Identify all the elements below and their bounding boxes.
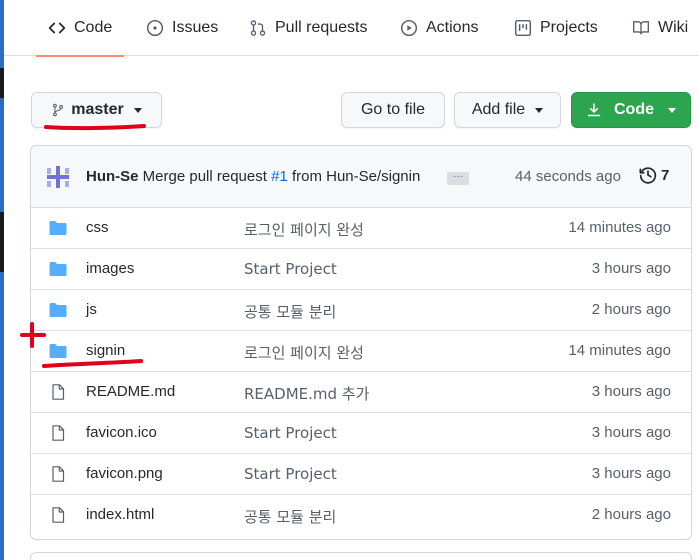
file-commit-message[interactable]: Start Project	[244, 424, 337, 442]
active-tab-indicator	[36, 55, 125, 57]
file-commit-message[interactable]: 로그인 페이지 완성	[244, 342, 364, 363]
file-commit-time: 2 hours ago	[591, 301, 671, 318]
book-icon	[633, 21, 649, 35]
tab-label: Code	[74, 19, 113, 36]
file-name-link[interactable]: css	[86, 219, 109, 236]
code-icon	[48, 22, 66, 34]
folder-icon	[49, 221, 67, 235]
code-button-label: Code	[614, 101, 654, 118]
tab-wiki[interactable]: Wiki	[632, 0, 688, 56]
file-list-box: Hun-Se Merge pull request #1 from Hun-Se…	[30, 145, 692, 540]
tab-projects[interactable]: Projects	[514, 0, 598, 56]
issue-circle-icon	[146, 19, 164, 37]
branch-name: master	[71, 101, 124, 118]
annotation-underline-branch	[44, 124, 146, 131]
history-clock-icon	[639, 167, 657, 184]
chevron-down-icon	[133, 107, 142, 113]
file-commit-message[interactable]: Start Project	[244, 260, 337, 278]
repo-nav: Code Issues Pull requests Actions Projec…	[4, 0, 699, 57]
file-commit-time: 14 minutes ago	[568, 219, 671, 236]
file-commit-time: 3 hours ago	[591, 424, 671, 441]
file-name-link[interactable]: favicon.ico	[86, 424, 157, 441]
file-icon	[52, 466, 65, 482]
folder-icon	[49, 303, 67, 317]
commit-message-prefix[interactable]: Merge pull request	[143, 168, 267, 185]
commit-history-link[interactable]: 7	[639, 166, 669, 184]
file-name-link[interactable]: js	[86, 301, 97, 318]
tab-actions[interactable]: Actions	[400, 0, 478, 56]
tab-label: Projects	[540, 19, 598, 36]
git-branch-icon	[53, 103, 64, 117]
file-row: favicon.png Start Project 3 hours ago	[31, 453, 691, 494]
file-row: css 로그인 페이지 완성 14 minutes ago	[31, 207, 691, 248]
chevron-down-icon	[668, 107, 676, 113]
file-commit-time: 3 hours ago	[591, 383, 671, 400]
commit-count: 7	[661, 166, 670, 184]
go-to-file-button[interactable]: Go to file	[341, 92, 445, 128]
file-icon	[52, 425, 65, 441]
commit-author[interactable]: Hun-Se	[86, 168, 139, 185]
file-commit-message[interactable]: 로그인 페이지 완성	[244, 219, 364, 240]
file-name-link[interactable]: README.md	[86, 383, 175, 400]
commit-message: Hun-Se Merge pull request #1 from Hun-Se…	[86, 168, 420, 185]
readme-box	[30, 552, 692, 560]
file-name-link[interactable]: images	[86, 260, 134, 277]
file-row: js 공통 모듈 분리 2 hours ago	[31, 289, 691, 330]
file-row: favicon.ico Start Project 3 hours ago	[31, 412, 691, 453]
file-commit-time: 3 hours ago	[591, 465, 671, 482]
file-name-link[interactable]: favicon.png	[86, 465, 163, 482]
file-commit-time: 3 hours ago	[591, 260, 671, 277]
commit-message-suffix[interactable]: from Hun-Se/signin	[292, 168, 420, 185]
code-download-button[interactable]: Code	[571, 92, 691, 128]
file-row: README.md README.md 추가 3 hours ago	[31, 371, 691, 412]
tab-label: Issues	[172, 19, 219, 36]
file-row: images Start Project 3 hours ago	[31, 248, 691, 289]
commit-time[interactable]: 44 seconds ago	[515, 168, 621, 185]
file-icon	[52, 507, 65, 523]
file-row: index.html 공통 모듈 분리 2 hours ago	[31, 494, 691, 535]
file-commit-message[interactable]: Start Project	[244, 465, 337, 483]
avatar[interactable]	[46, 165, 70, 189]
project-board-icon	[514, 19, 532, 37]
download-icon	[587, 103, 601, 117]
annotation-plus-mark	[20, 322, 46, 348]
tab-code[interactable]: Code	[36, 0, 125, 57]
add-file-label: Add file	[471, 101, 526, 118]
file-commit-time: 2 hours ago	[591, 506, 671, 523]
add-file-button[interactable]: Add file	[454, 92, 561, 128]
annotation-underline-signin	[42, 359, 143, 368]
file-commit-message[interactable]: 공통 모듈 분리	[244, 506, 336, 527]
chevron-down-icon	[535, 107, 544, 113]
file-commit-message[interactable]: 공통 모듈 분리	[244, 301, 336, 322]
tab-issues[interactable]: Issues	[146, 0, 218, 56]
folder-icon	[49, 262, 67, 276]
go-to-file-label: Go to file	[360, 101, 426, 118]
tab-label: Wiki	[658, 19, 689, 36]
file-icon	[52, 384, 65, 400]
tab-label: Pull requests	[275, 19, 368, 36]
window-edge	[0, 0, 4, 560]
play-circle-icon	[400, 19, 418, 37]
tab-label: Actions	[426, 19, 479, 36]
pull-request-icon	[250, 20, 266, 36]
file-commit-message[interactable]: README.md 추가	[244, 383, 369, 404]
latest-commit-bar: Hun-Se Merge pull request #1 from Hun-Se…	[31, 146, 691, 208]
pull-request-link[interactable]: #1	[271, 168, 288, 185]
expand-commit-button[interactable]: …	[447, 170, 469, 185]
tab-pull-requests[interactable]: Pull requests	[249, 0, 368, 56]
file-commit-time: 14 minutes ago	[568, 342, 671, 359]
file-name-link[interactable]: index.html	[86, 506, 154, 523]
